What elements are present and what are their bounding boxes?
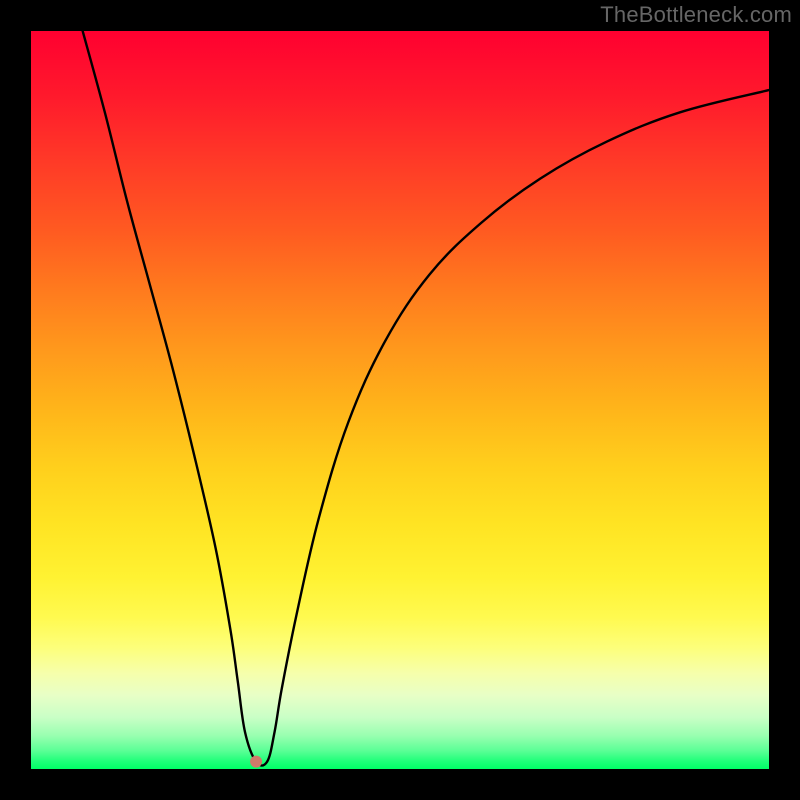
chart-frame: TheBottleneck.com [0,0,800,800]
bottleneck-curve-path [83,31,769,766]
plot-area [31,31,769,769]
watermark-text: TheBottleneck.com [600,2,792,28]
curve-layer [31,31,769,769]
optimum-marker [250,756,262,768]
